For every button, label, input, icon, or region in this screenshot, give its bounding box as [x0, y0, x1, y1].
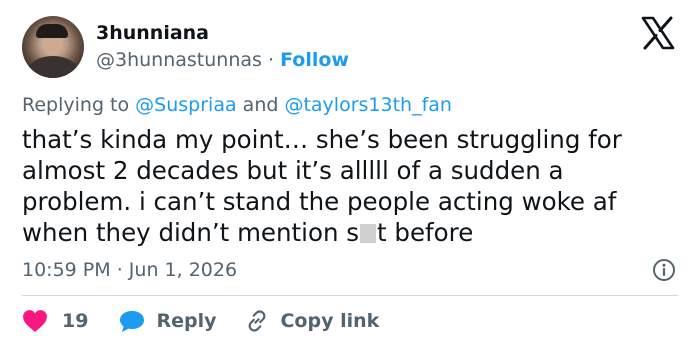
divider [22, 295, 678, 296]
heart-icon [23, 310, 47, 332]
mention-link-1[interactable]: @Suspriaa [135, 94, 236, 116]
x-logo-icon[interactable] [640, 16, 676, 50]
timestamp-separator: · [116, 259, 123, 281]
link-icon [249, 310, 266, 332]
tweet-text-part-2: t before [377, 218, 474, 247]
action-bar: 19 Reply Copy link [22, 308, 379, 334]
copy-link-button[interactable]: Copy link [244, 308, 379, 334]
like-button[interactable]: 19 [22, 309, 88, 333]
tweet-text: that’s kinda my point… she’s been strugg… [22, 124, 682, 248]
avatar-body-shape [28, 56, 78, 78]
author-handle[interactable]: @3hunnastunnas [96, 49, 262, 71]
replying-conjunction: and [242, 94, 279, 116]
tweet-time: 10:59 PM [22, 259, 111, 281]
replying-prefix: Replying to [22, 94, 130, 116]
copy-link-label: Copy link [280, 310, 380, 332]
handle-separator: · [267, 49, 275, 71]
reply-button[interactable]: Reply [118, 309, 216, 333]
censor-block [360, 224, 377, 243]
mention-link-2[interactable]: @taylors13th_fan [284, 94, 452, 116]
avatar-hat-shape [36, 24, 68, 38]
reply-label: Reply [156, 310, 217, 332]
tweet-date: Jun 1, 2026 [128, 259, 238, 281]
tweet-timestamp[interactable]: 10:59 PM · Jun 1, 2026 [22, 259, 237, 281]
info-icon[interactable] [652, 258, 676, 282]
follow-button[interactable]: Follow [280, 49, 349, 71]
replying-to: Replying to @Suspriaa and @taylors13th_f… [22, 94, 452, 116]
handle-line: @3hunnastunnas · Follow [96, 49, 349, 71]
avatar[interactable] [22, 16, 84, 78]
tweet-text-part-1: that’s kinda my point… she’s been strugg… [22, 125, 622, 247]
like-count: 19 [62, 310, 89, 332]
reply-bubble-icon [120, 311, 145, 332]
author-name[interactable]: 3hunniana [96, 22, 209, 44]
